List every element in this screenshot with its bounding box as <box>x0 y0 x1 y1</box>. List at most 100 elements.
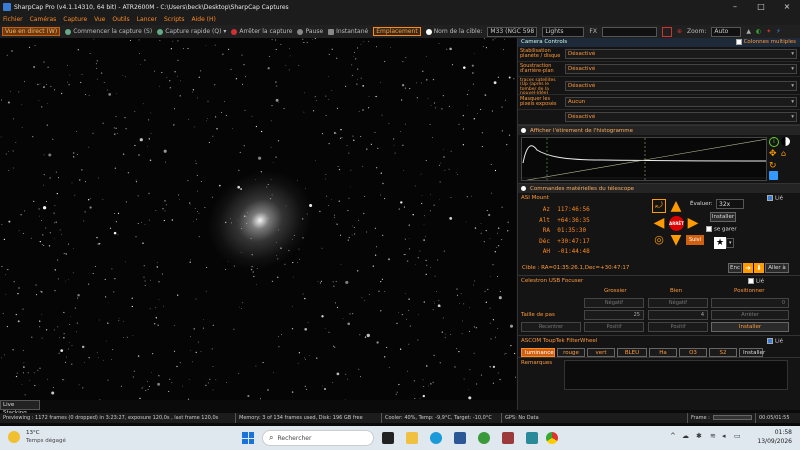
histogram-section-header[interactable]: Afficher l'étirement de l'histogramme <box>518 125 800 135</box>
stop-capture-button[interactable]: Arrêter la capture <box>231 28 292 35</box>
telescope-section-header[interactable]: Commandes matérielles du télescope <box>518 183 800 193</box>
menu-capture[interactable]: Capture <box>63 16 87 23</box>
frame-type-select[interactable]: Lights <box>542 26 585 37</box>
sync-arrow-icon[interactable]: ⬇ <box>754 263 764 273</box>
file-explorer-icon[interactable] <box>406 432 418 444</box>
start-icon[interactable] <box>242 432 254 444</box>
star-dropdown[interactable]: ▾ <box>726 238 734 248</box>
info-icon[interactable]: i <box>769 137 779 147</box>
contrast-icon[interactable] <box>781 137 790 146</box>
cloud-icon[interactable]: ☁ <box>682 432 689 440</box>
rate-select[interactable]: 32x <box>716 199 744 209</box>
bluetooth-icon[interactable]: ✱ <box>696 432 702 440</box>
filter-s2[interactable]: S2 <box>709 348 737 357</box>
filter-green[interactable]: vert <box>587 348 615 357</box>
target-name-select[interactable]: M33 (NGC 598 <box>487 26 538 37</box>
close-button[interactable]: × <box>774 0 800 14</box>
app-green-icon[interactable] <box>478 432 490 444</box>
tray-chevron-icon[interactable]: ^ <box>670 432 676 440</box>
histogram-icon[interactable]: ▲ <box>746 28 751 35</box>
record-icon[interactable] <box>661 26 672 37</box>
target-crosshair-icon[interactable]: ◎ <box>652 233 666 247</box>
south-arrow-button[interactable]: ▼ <box>669 233 683 247</box>
menu-vue[interactable]: Vue <box>94 16 105 23</box>
goto-button[interactable]: Aller à <box>765 263 789 273</box>
frame-progress[interactable] <box>712 415 752 420</box>
setting-select[interactable]: Désactivé <box>565 80 797 91</box>
zoom-select[interactable]: Auto <box>711 26 742 37</box>
menu-lancer[interactable]: Lancer <box>137 16 157 23</box>
store-icon[interactable] <box>454 432 466 444</box>
east-arrow-button[interactable]: ▶ <box>686 216 700 230</box>
weather-icon[interactable] <box>8 431 20 443</box>
menu-outils[interactable]: Outils <box>112 16 129 23</box>
camera-preview[interactable] <box>0 38 516 400</box>
target-icon[interactable]: ⊕ <box>677 28 682 35</box>
filterwheel-install-button[interactable]: Installer <box>739 348 765 357</box>
setting-select[interactable]: Désactivé <box>565 49 797 59</box>
mount-install-button[interactable]: Installer <box>710 212 736 222</box>
filter-ha[interactable]: Ha <box>649 348 677 357</box>
multi-columns-toggle[interactable]: Colonnes multiples <box>735 38 796 47</box>
setting-select[interactable]: Aucun <box>565 97 797 107</box>
fine-step-field[interactable]: 4 <box>648 310 708 320</box>
lock-icon[interactable]: ⌂ <box>781 149 786 158</box>
menu-cameras[interactable]: Caméras <box>30 16 57 23</box>
filter-luminance[interactable]: luminance <box>521 348 555 357</box>
focuser-install-button[interactable]: Installer <box>711 322 789 332</box>
battery-icon[interactable]: ▭ <box>734 432 741 440</box>
maximize-button[interactable]: □ <box>748 0 774 14</box>
mount-linked-toggle[interactable]: Lié <box>767 195 783 202</box>
reticle-icon[interactable]: ◐ <box>756 28 761 35</box>
goto-arrow-icon[interactable]: ➜ <box>743 263 753 273</box>
encoder-button[interactable]: Enc <box>728 263 742 273</box>
menu-scripts[interactable]: Scripts <box>164 16 185 23</box>
app-teal-icon[interactable] <box>526 432 538 444</box>
sharpcap-icon[interactable] <box>502 432 514 444</box>
star-icon[interactable]: ★ <box>714 237 726 249</box>
slew-square-icon[interactable]: ⤾ <box>652 199 666 213</box>
setting-select[interactable]: Désactivé <box>565 112 797 122</box>
histogram-panel[interactable]: i ✥ ⌂ ↻ <box>521 137 797 181</box>
focuser-linked-toggle[interactable]: Lié <box>748 278 764 285</box>
stop-mount-button[interactable]: ARRÊT <box>669 216 684 231</box>
adjust-icon[interactable]: ✥ <box>769 149 777 159</box>
clock-time[interactable]: 01:58 <box>756 429 792 436</box>
filter-blue[interactable]: BLEU <box>617 348 647 357</box>
live-view-button[interactable]: Vue en direct (W) <box>2 27 61 36</box>
live-stacking-button[interactable]: Live Stacking <box>0 400 40 416</box>
north-arrow-button[interactable]: ▲ <box>669 199 683 213</box>
focuser-stop-button[interactable]: Arrêter <box>711 310 789 320</box>
chrome-icon[interactable] <box>546 432 558 444</box>
task-view-icon[interactable] <box>382 432 394 444</box>
park-toggle[interactable]: se garer <box>706 226 737 233</box>
follow-button[interactable]: Suivi <box>686 235 704 245</box>
west-arrow-button[interactable]: ◀ <box>652 216 666 230</box>
clock-date[interactable]: 13/09/2026 <box>756 438 792 445</box>
edge-icon[interactable] <box>430 432 442 444</box>
minimize-button[interactable]: – <box>722 0 748 14</box>
save-icon[interactable] <box>769 171 778 180</box>
volume-icon[interactable]: ◂ <box>722 432 726 440</box>
fine-negative-button[interactable]: Négatif <box>648 298 708 308</box>
wifi-icon[interactable]: ≋ <box>710 432 716 440</box>
coarse-positive-button[interactable]: Positif <box>584 322 644 332</box>
snapshot-button[interactable]: Instantané <box>328 28 368 35</box>
menu-aide[interactable]: Aide (H) <box>192 16 216 23</box>
coarse-negative-button[interactable]: Négatif <box>584 298 644 308</box>
fine-positive-button[interactable]: Positif <box>648 322 708 332</box>
filterwheel-linked-toggle[interactable]: Lié <box>767 338 783 345</box>
filter-red[interactable]: rouge <box>557 348 585 357</box>
reset-icon[interactable]: ↻ <box>769 161 777 171</box>
pause-button[interactable]: Pause <box>297 28 323 35</box>
start-capture-button[interactable]: Commencer la capture (S) <box>65 28 152 35</box>
placement-button[interactable]: Emplacement <box>373 27 421 36</box>
menu-fichier[interactable]: Fichier <box>3 16 23 23</box>
search-box[interactable]: ⌕ Rechercher <box>262 430 374 446</box>
filter-o3[interactable]: O3 <box>679 348 707 357</box>
fx-select[interactable] <box>601 26 657 37</box>
position-field[interactable]: 0 <box>711 298 789 308</box>
recenter-button[interactable]: Recentrer <box>521 322 581 332</box>
settings-icon[interactable]: ✦ <box>766 28 771 35</box>
coarse-step-field[interactable]: 25 <box>584 310 644 320</box>
